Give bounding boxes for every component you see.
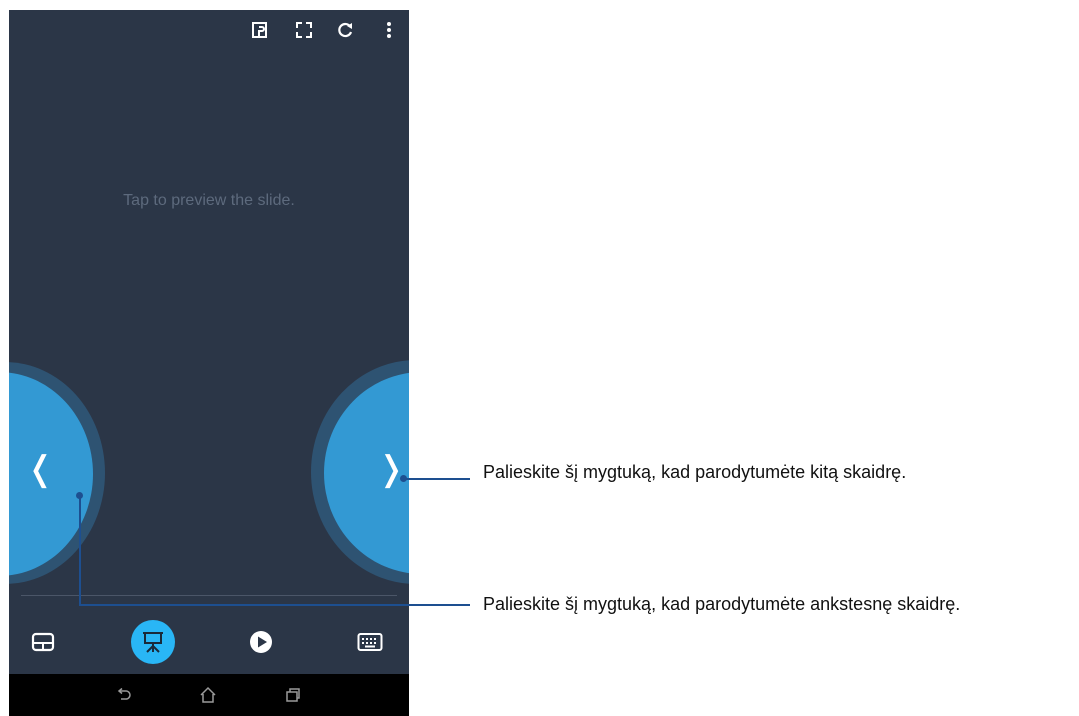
remote-link-screen: Tap to preview the slide. ❬ ❭ — [9, 10, 409, 716]
keyboard-icon[interactable] — [355, 630, 385, 654]
recents-icon[interactable] — [283, 685, 303, 705]
slide-preview-hint[interactable]: Tap to preview the slide. — [9, 192, 409, 210]
fullscreen-icon[interactable] — [293, 19, 315, 41]
previous-callout-vertical-line — [79, 496, 81, 606]
pointer-mode-icon[interactable] — [249, 19, 271, 41]
home-icon[interactable] — [198, 685, 218, 705]
previous-slide-callout-text: Palieskite šį mygtuką, kad parodytumėte … — [483, 594, 961, 614]
top-toolbar — [9, 10, 409, 50]
back-icon[interactable] — [114, 685, 134, 705]
chevron-left-icon: ❬ — [26, 450, 55, 488]
play-icon[interactable] — [248, 629, 274, 655]
refresh-icon[interactable] — [334, 19, 356, 41]
presentation-icon — [143, 632, 163, 653]
presentation-mode-button[interactable] — [131, 620, 175, 664]
more-vert-icon[interactable] — [378, 19, 400, 41]
next-callout-line — [404, 478, 470, 480]
bottom-toolbar — [9, 610, 409, 674]
previous-callout-horizontal-line — [79, 604, 470, 606]
divider — [21, 595, 397, 596]
touchpad-icon[interactable] — [29, 630, 57, 654]
system-navigation-bar — [9, 674, 409, 716]
next-slide-callout-text: Palieskite šį mygtuką, kad parodytumėte … — [483, 462, 907, 482]
